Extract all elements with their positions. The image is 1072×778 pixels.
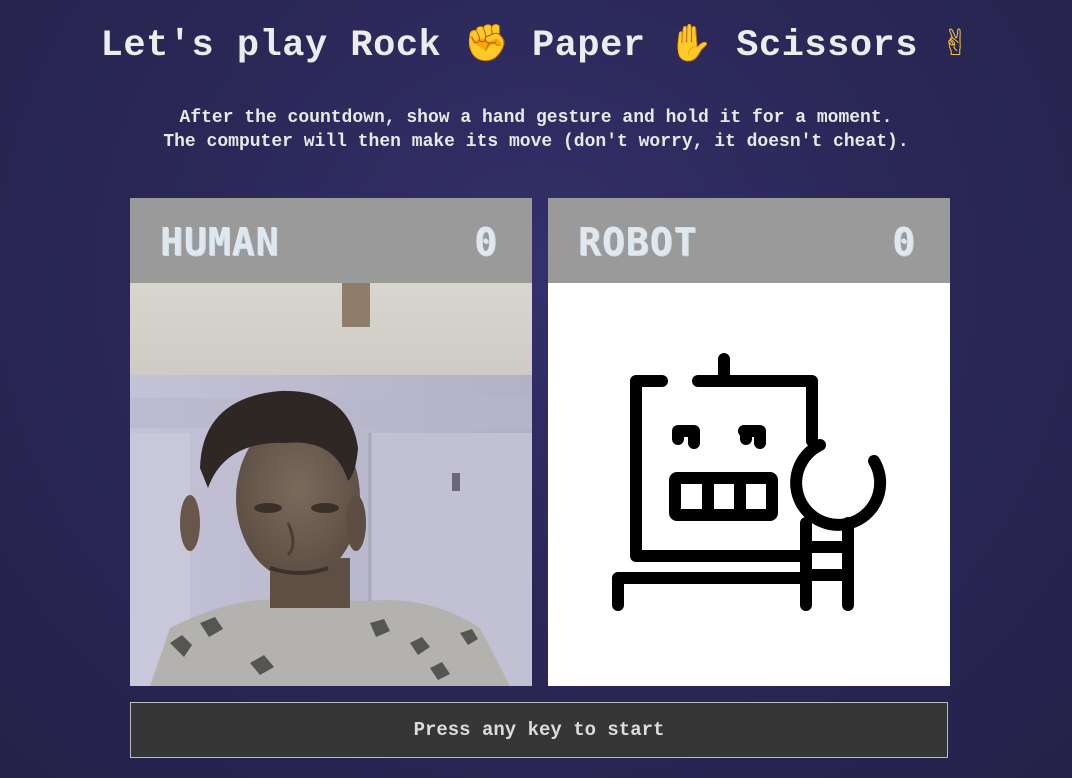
robot-move-display (548, 283, 950, 686)
title-text-scissors: Scissors (736, 25, 918, 67)
robot-panel-header: ROBOT 0 (548, 198, 950, 283)
instructions-line-1: After the countdown, show a hand gesture… (179, 108, 893, 128)
robot-panel: ROBOT 0 (548, 198, 950, 686)
robot-score: 0 (892, 220, 916, 264)
start-button-label: Press any key to start (413, 719, 665, 741)
title-text-rock: Let's play Rock (100, 25, 442, 67)
human-panel: HUMAN 0 (130, 198, 532, 686)
instructions-line-2: The computer will then make its move (do… (163, 132, 909, 152)
raised-fist-icon: ✊ (463, 23, 510, 64)
raised-hand-icon: ✋ (668, 23, 714, 64)
human-score: 0 (474, 220, 498, 264)
victory-hand-icon: ✌ (940, 23, 972, 64)
webcam-feed (130, 283, 532, 686)
instructions: After the countdown, show a hand gesture… (0, 106, 1072, 154)
robot-label: ROBOT (578, 220, 698, 264)
start-button[interactable]: Press any key to start (130, 702, 948, 758)
human-label: HUMAN (160, 220, 280, 264)
title-text-paper: Paper (532, 25, 646, 67)
robot-icon (612, 353, 887, 611)
page-title: Let's play Rock ✊ Paper ✋ Scissors ✌ (0, 22, 1072, 67)
webcam-image (130, 283, 532, 686)
human-panel-header: HUMAN 0 (130, 198, 532, 283)
